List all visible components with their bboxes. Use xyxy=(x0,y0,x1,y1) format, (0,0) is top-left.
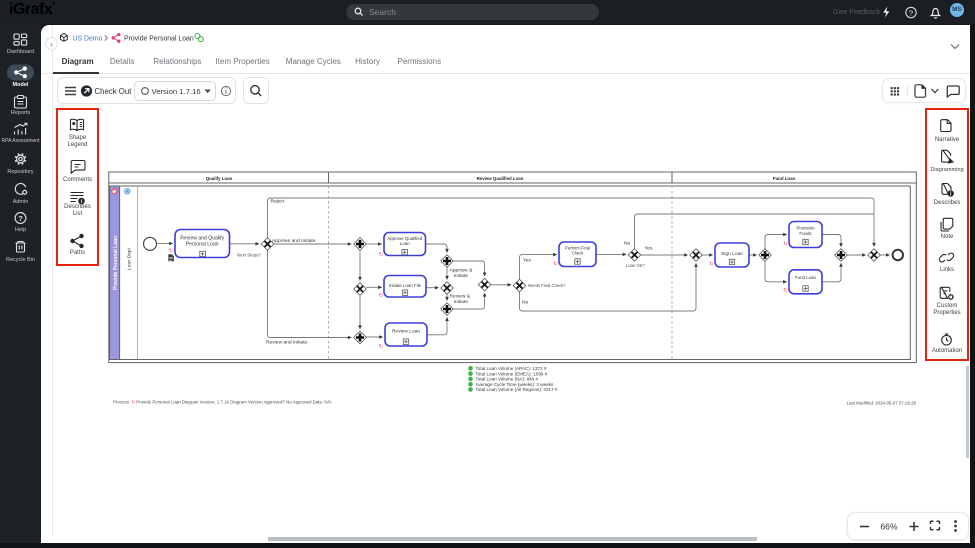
svg-text:Loan: Loan xyxy=(400,241,410,246)
svg-text:Personal Loan: Personal Loan xyxy=(186,242,219,248)
svg-text:Initiate: Initiate xyxy=(454,273,469,279)
svg-text:Process: ↻ Provide Personal Lo: Process: ↻ Provide Personal Loan Diagram… xyxy=(113,400,332,405)
svg-text:↻: ↻ xyxy=(783,287,788,294)
svg-text:↻: ↻ xyxy=(379,251,384,258)
svg-text:Review and Qualify: Review and Qualify xyxy=(180,236,224,242)
svg-text:Fund Loan: Fund Loan xyxy=(795,275,817,280)
svg-text:Needs Final Check?: Needs Final Check? xyxy=(528,283,566,288)
svg-text:↻: ↻ xyxy=(169,248,174,255)
svg-text:Yes: Yes xyxy=(645,246,654,252)
svg-text:Sign Loan: Sign Loan xyxy=(721,251,743,257)
svg-text:↻: ↻ xyxy=(709,261,714,268)
svg-text:↻: ↻ xyxy=(379,292,384,299)
svg-text:66%: 66% xyxy=(880,521,898,531)
svg-text:Approve and Initiate: Approve and Initiate xyxy=(272,238,316,244)
svg-text:Loan OK?: Loan OK? xyxy=(626,263,646,268)
svg-text:Review Qualified Loan: Review Qualified Loan xyxy=(477,176,524,181)
svg-text:Next Steps?: Next Steps? xyxy=(237,253,261,258)
svg-text:↻: ↻ xyxy=(553,261,558,268)
svg-text:Approve &: Approve & xyxy=(450,268,474,274)
svg-text:↻: ↻ xyxy=(379,343,384,350)
svg-text:Review Loan: Review Loan xyxy=(392,329,421,335)
svg-text:Reject: Reject xyxy=(271,198,286,204)
svg-text:Review and Initiate: Review and Initiate xyxy=(266,340,308,346)
svg-text:Yes: Yes xyxy=(523,258,532,264)
svg-text:↻: ↻ xyxy=(783,241,788,248)
svg-text:Total Loan Volume (APAC): 1372: Total Loan Volume (APAC): 1372 # xyxy=(476,366,547,371)
svg-text:No: No xyxy=(522,300,529,306)
svg-text:Review &: Review & xyxy=(450,294,471,300)
svg-text:Initiate: Initiate xyxy=(454,299,469,305)
svg-text:Average Cycle Time (weeks): 2: Average Cycle Time (weeks): 2 weeks xyxy=(476,382,554,387)
svg-text:Provision: Provision xyxy=(796,226,815,231)
svg-text:Loan Dept: Loan Dept xyxy=(127,247,132,269)
svg-text:Total Loan Volume (NA): 846 #: Total Loan Volume (NA): 846 # xyxy=(476,377,539,382)
svg-text:No: No xyxy=(624,241,631,247)
svg-text:Total Loan Volume (All Regions: Total Loan Volume (All Regions): 3317 # xyxy=(476,387,558,392)
svg-text:Provide Personal Loan: Provide Personal Loan xyxy=(113,236,119,290)
svg-text:Check: Check xyxy=(572,251,585,256)
svg-text:Funds: Funds xyxy=(799,231,812,236)
svg-text:Initiate Loan File: Initiate Loan File xyxy=(389,283,422,288)
svg-text:Last Modified: 2024-05-07 07:2: Last Modified: 2024-05-07 07:26:29 xyxy=(847,401,917,406)
svg-text:Fund Loan: Fund Loan xyxy=(773,176,796,181)
svg-text:Qualify Loan: Qualify Loan xyxy=(206,176,233,181)
svg-text:Total Loan Volume (EMEA): 1099: Total Loan Volume (EMEA): 1099 # xyxy=(476,371,548,376)
